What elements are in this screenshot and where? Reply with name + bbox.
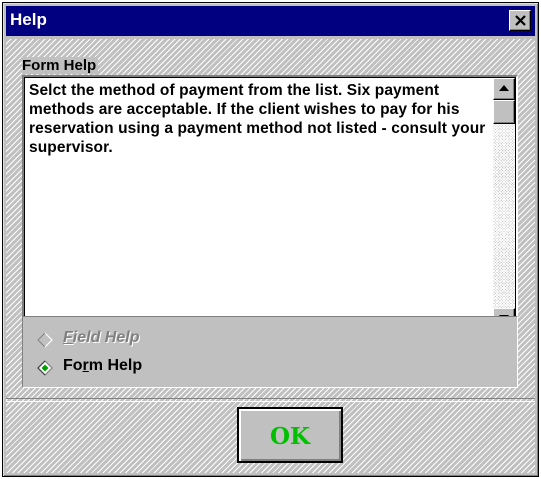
scroll-thumb[interactable]	[493, 100, 515, 124]
close-icon	[515, 15, 526, 26]
close-button[interactable]	[509, 10, 531, 31]
help-text-content: Selct the method of payment from the lis…	[29, 82, 486, 156]
radio-diamond-icon	[37, 332, 53, 348]
help-text-area[interactable]: Selct the method of payment from the lis…	[22, 75, 518, 333]
scroll-up-button[interactable]	[493, 78, 515, 100]
ok-button[interactable]: OK	[237, 407, 343, 463]
radio-diamond-selected-icon	[37, 360, 53, 376]
arrow-up-icon	[499, 85, 509, 91]
title-bar[interactable]: Help	[6, 6, 535, 36]
radio-form-help-label: Form Help	[63, 357, 143, 374]
ok-button-label: OK	[269, 423, 311, 450]
window-title: Help	[10, 10, 47, 29]
dialog-body: Form Help Selct the method of payment fr…	[6, 39, 535, 473]
form-help-heading: Form Help	[22, 57, 99, 74]
vertical-scrollbar[interactable]	[493, 78, 515, 330]
help-dialog: Help Form Help Selct the method of payme…	[2, 2, 539, 477]
help-mode-radio-group: Field Help Form Help	[22, 316, 518, 388]
separator	[6, 398, 535, 402]
radio-field-help-label: Field Help	[63, 329, 140, 346]
